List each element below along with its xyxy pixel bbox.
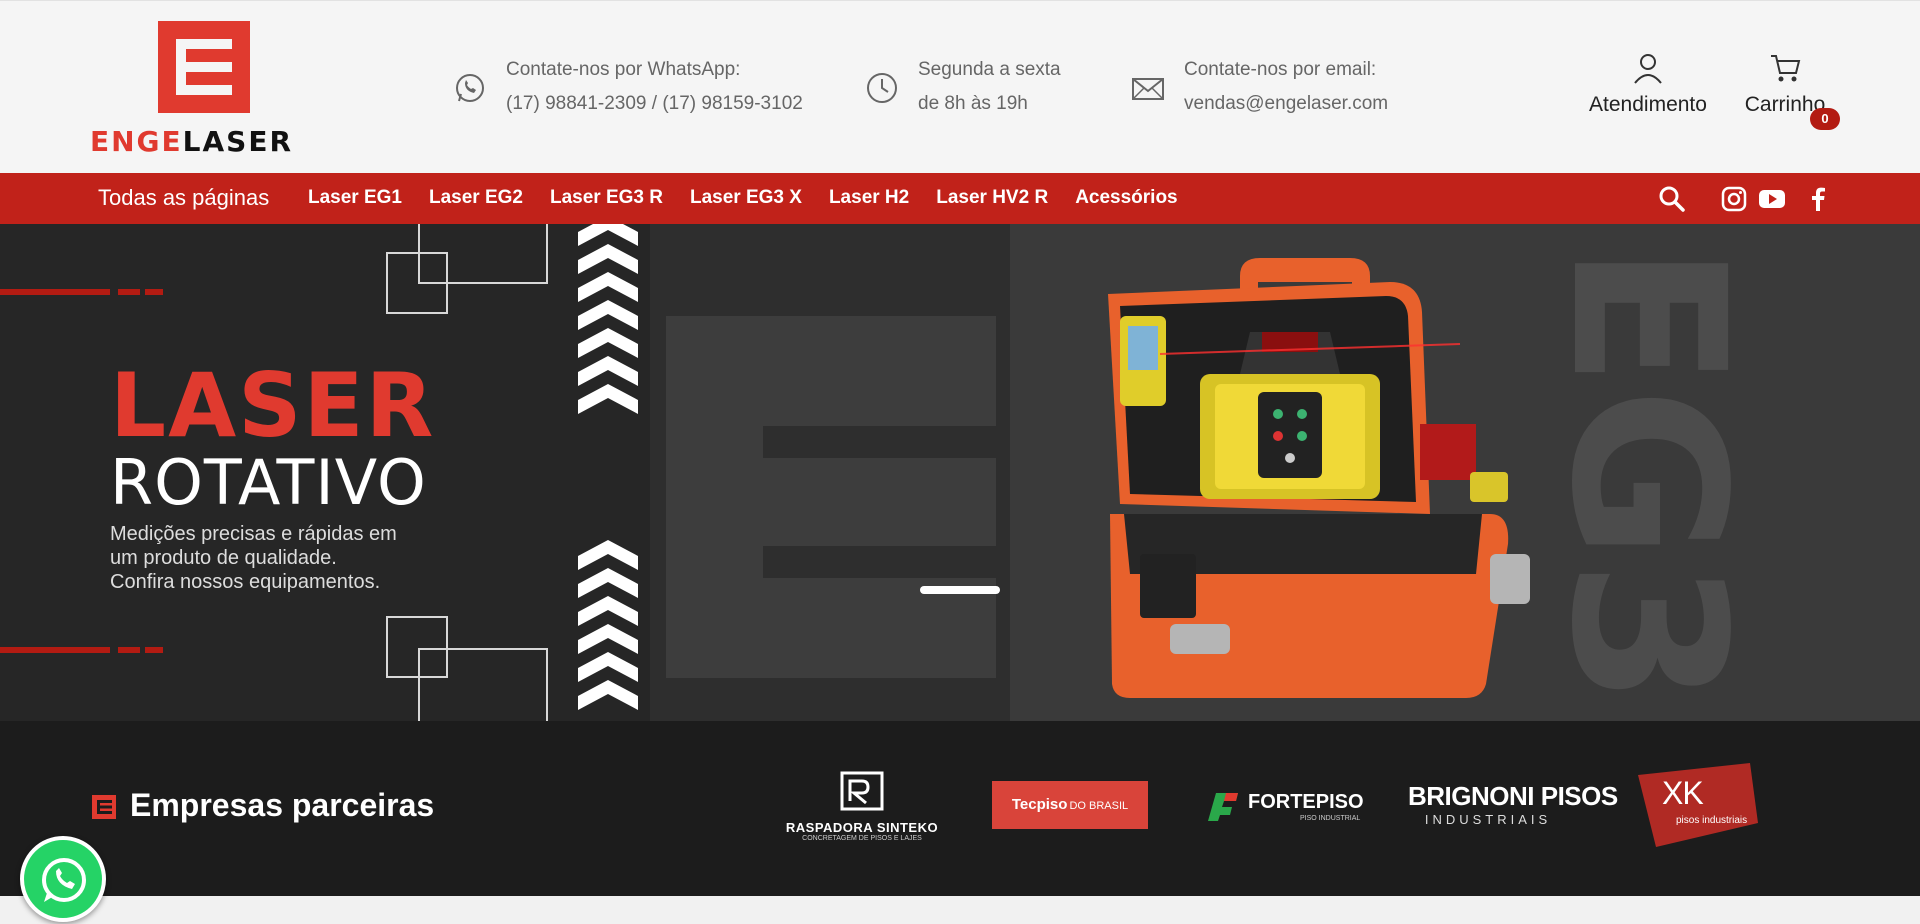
background-e-mark [666,316,996,678]
small-e-icon [92,795,116,819]
hero-title-laser: LASER [110,354,436,457]
cart-count-badge: 0 [1810,108,1840,130]
nav-item-laser-eg3-r[interactable]: Laser EG3 R [550,187,663,209]
partners-section: Empresas parceiras RASPADORA SINTEKO CON… [0,721,1920,896]
email-address[interactable]: vendas@engelaser.com [1184,87,1388,121]
hero-title-rotativo: ROTATIVO [110,446,427,519]
whatsapp-label: Contate-nos por WhatsApp: [506,59,741,80]
logo-e-mark [158,21,250,113]
hours-line-2: de 8h às 19h [918,93,1028,114]
engelaser-logo[interactable]: ENGELASER [90,21,322,158]
envelope-icon [1132,78,1164,100]
email-label: Contate-nos por email: [1184,59,1377,80]
main-nav: Todas as páginas Laser EG1 Laser EG2 Las… [0,173,1920,224]
whatsapp-icon [42,858,86,902]
laser-case-product-image [1108,258,1530,698]
raspadora-mark-icon [840,771,884,811]
atendimento-label: Atendimento [1589,93,1707,116]
chevron-stripe-bottom [578,540,638,710]
whatsapp-contact[interactable]: Contate-nos por WhatsApp: (17) 98841-230… [452,53,803,121]
facebook-icon[interactable] [1804,185,1832,213]
partner-logo-raspadora-sinteko[interactable]: RASPADORA SINTEKO CONCRETAGEM DE PISOS E… [782,771,942,842]
whatsapp-numbers[interactable]: (17) 98841-2309 / (17) 98159-3102 [506,87,803,121]
cart-icon [1771,55,1801,82]
fortepiso-mark-icon [1208,793,1238,821]
whatsapp-icon [456,74,484,102]
site-header: ENGELASER Contate-nos por WhatsApp: (17)… [0,0,1920,173]
partner-logo-tecpiso[interactable]: Tecpiso DO BRASIL [992,781,1148,829]
instagram-icon[interactable] [1720,185,1748,213]
partner-logo-xk[interactable]: XK pisos industriais [1632,761,1762,851]
partner-logo-fortepiso[interactable]: FORTEPISO PISO INDUSTRIAL [1206,787,1364,827]
cart-button[interactable]: Carrinho [1740,51,1830,117]
nav-item-laser-eg1[interactable]: Laser EG1 [308,187,402,209]
nav-item-acessorios[interactable]: Acessórios [1075,187,1177,209]
logo-text: ENGELASER [90,125,294,158]
business-hours: Segunda a sexta de 8h às 19h [864,53,1061,121]
youtube-icon[interactable] [1758,185,1786,213]
whatsapp-float-button[interactable] [20,836,106,922]
hero-description: Medições precisas e rápidas em um produt… [110,523,397,593]
hero-banner[interactable]: LASER ROTATIVO Medições precisas e rápid… [0,224,1920,721]
nav-item-laser-eg2[interactable]: Laser EG2 [429,187,523,209]
slider-indicator[interactable] [920,586,1000,594]
partner-logo-brignoni[interactable]: BRIGNONI PISOS INDUSTRIAIS [1408,781,1618,827]
partners-title: Empresas parceiras [130,787,435,823]
clock-icon [867,73,897,103]
nav-item-laser-hv2-r[interactable]: Laser HV2 R [936,187,1048,209]
chevron-stripe-top [578,224,638,414]
atendimento-button[interactable]: Atendimento [1580,51,1716,117]
search-icon[interactable] [1658,185,1686,213]
email-contact[interactable]: Contate-nos por email: vendas@engelaser.… [1130,53,1388,121]
nav-item-laser-h2[interactable]: Laser H2 [829,187,909,209]
nav-all-pages[interactable]: Todas as páginas [98,185,269,211]
user-icon [1634,54,1662,84]
hours-line-1: Segunda a sexta [918,59,1061,80]
nav-product-list: Laser EG1 Laser EG2 Laser EG3 R Laser EG… [308,187,1205,209]
nav-item-laser-eg3-x[interactable]: Laser EG3 X [690,187,802,209]
